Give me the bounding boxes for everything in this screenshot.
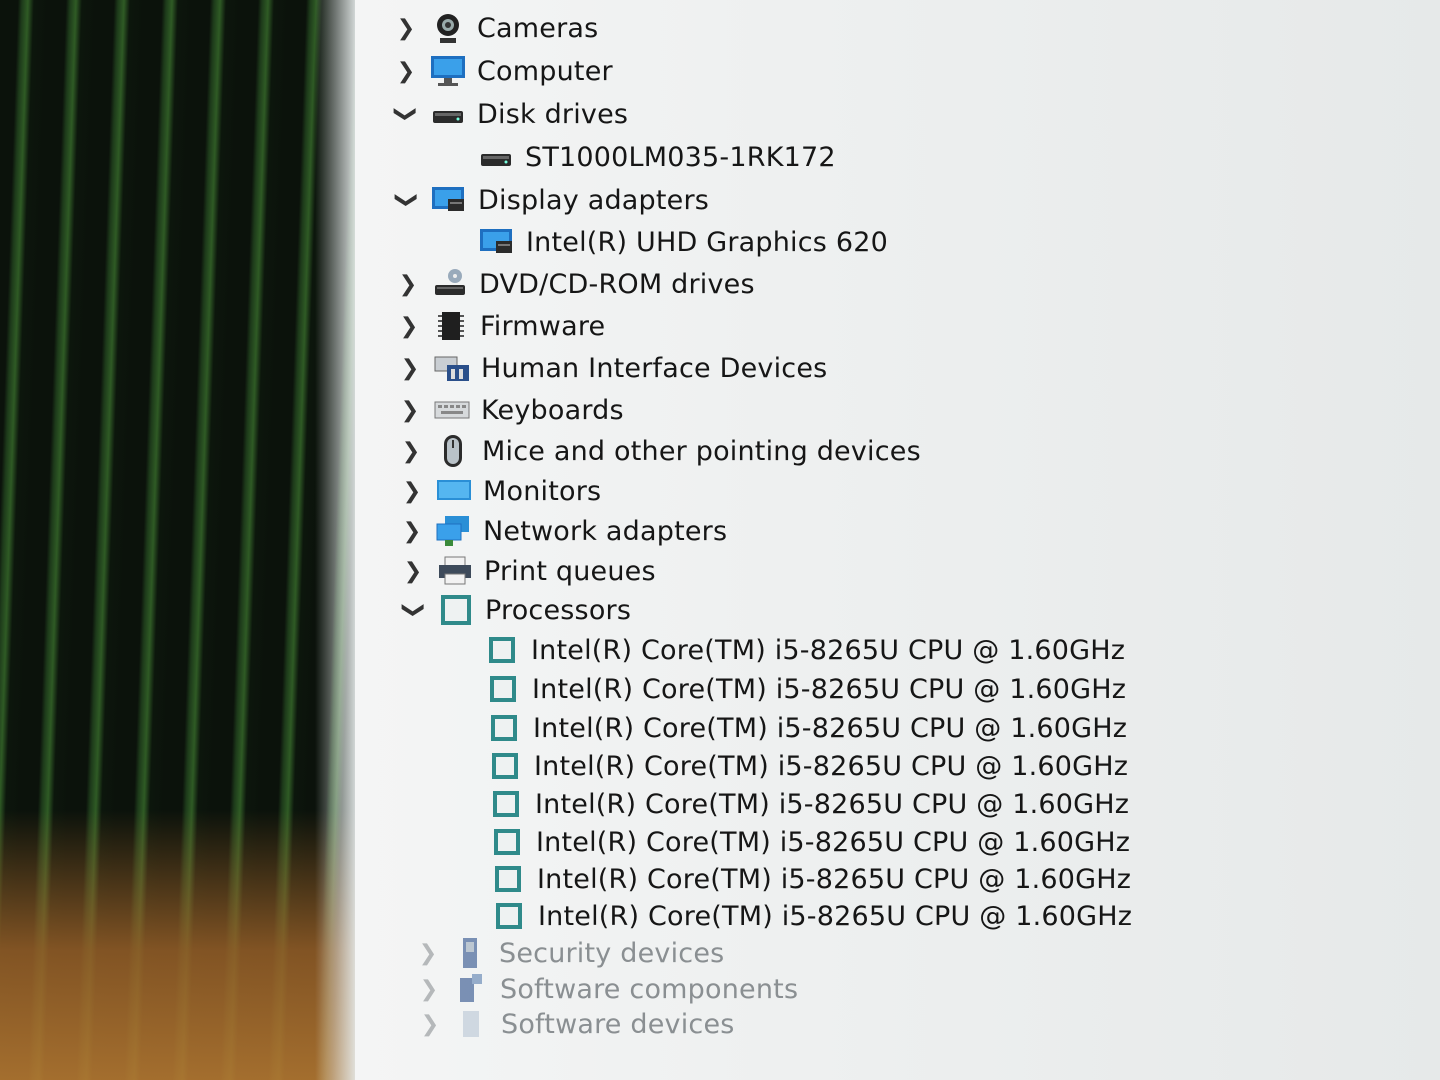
security-device-icon [451,936,489,970]
display-adapter-icon [430,183,468,217]
processor-icon [489,862,527,896]
tree-item-human-interface-devices[interactable]: ❯ Human Interface Devices [397,348,827,388]
tree-item-software-components[interactable]: ❯ Software components [416,969,798,1009]
chevron-right-icon[interactable]: ❯ [417,1009,443,1039]
processor-icon [483,633,521,667]
tree-item-label: Network adapters [483,515,728,547]
tree-item-keyboards[interactable]: ❯ Keyboards [397,390,624,430]
chevron-right-icon[interactable]: ❯ [397,353,423,383]
tree-item-label: Software components [500,973,799,1005]
tree-item-label: Intel(R) Core(TM) i5-8265U CPU @ 1.60GHz [534,750,1129,782]
tree-item-disk-drives[interactable]: ❯ Disk drives [393,94,628,134]
tree-item-label: Processors [485,594,632,626]
tree-item-label: Human Interface Devices [481,352,828,384]
hid-icon [433,351,471,385]
processor-icon [490,899,528,933]
tree-item-mice-and-pointing-devices[interactable]: ❯ Mice and other pointing devices [398,431,921,471]
tree-item-label: Keyboards [481,394,624,426]
tree-item-print-queues[interactable]: ❯ Print queues [400,551,656,591]
monitor-icon [429,54,467,88]
tree-item-label: Software devices [501,1008,735,1040]
tree-item-label: Intel(R) Core(TM) i5-8265U CPU @ 1.60GHz [535,788,1130,820]
tree-item-label: Intel(R) Core(TM) i5-8265U CPU @ 1.60GHz [538,900,1133,932]
tree-item-label: Computer [477,55,613,87]
display-adapter-icon [478,225,516,259]
software-component-icon [452,972,490,1006]
processor-icon [488,825,526,859]
tree-item-label: Intel(R) Core(TM) i5-8265U CPU @ 1.60GHz [537,863,1132,895]
chevron-right-icon[interactable]: ❯ [396,311,422,341]
chevron-down-icon[interactable]: ❯ [392,187,422,213]
processor-icon [487,787,525,821]
chevron-down-icon[interactable]: ❯ [391,101,421,127]
tree-item-label: Print queues [484,555,656,587]
tree-item-cpu[interactable]: Intel(R) Core(TM) i5-8265U CPU @ 1.60GHz [486,746,1128,786]
tree-item-label: Firmware [480,310,606,342]
tree-item-label: Intel(R) Core(TM) i5-8265U CPU @ 1.60GHz [531,634,1126,666]
tree-item-security-devices[interactable]: ❯ Security devices [415,933,724,973]
tree-item-network-adapters[interactable]: ❯ Network adapters [399,511,727,551]
chevron-right-icon[interactable]: ❯ [393,56,419,86]
chevron-right-icon[interactable]: ❯ [400,556,426,586]
printer-icon [436,554,474,588]
tree-item-label: Monitors [483,475,602,507]
tree-item-cpu[interactable]: Intel(R) Core(TM) i5-8265U CPU @ 1.60GHz [485,708,1127,748]
desktop-wallpaper [0,0,355,1080]
processor-icon [486,749,524,783]
mouse-icon [434,434,472,468]
tree-item-label: Mice and other pointing devices [482,435,921,467]
tree-item-label: Cameras [477,12,599,44]
tree-item-display-adapters[interactable]: ❯ Display adapters [394,180,709,220]
keyboard-icon [433,393,471,427]
software-device-icon [453,1007,491,1041]
chevron-right-icon[interactable]: ❯ [399,476,425,506]
disk-drive-icon [477,140,515,174]
tree-item-cpu[interactable]: Intel(R) Core(TM) i5-8265U CPU @ 1.60GHz [489,859,1131,899]
network-adapter-icon [435,514,473,548]
device-tree: ❯ Cameras ❯ Computer ❯ Disk drives ST100… [355,0,1440,1080]
tree-item-cpu[interactable]: Intel(R) Core(TM) i5-8265U CPU @ 1.60GHz [484,669,1126,709]
chevron-right-icon[interactable]: ❯ [397,395,423,425]
tree-item-cpu[interactable]: Intel(R) Core(TM) i5-8265U CPU @ 1.60GHz [483,630,1125,670]
disk-drive-icon [429,97,467,131]
tree-item-disk-st1000lm035[interactable]: ST1000LM035-1RK172 [477,137,836,177]
tree-item-label: Intel(R) Core(TM) i5-8265U CPU @ 1.60GHz [536,826,1131,858]
tree-item-processors[interactable]: ❯ Processors [401,590,631,630]
chevron-right-icon[interactable]: ❯ [415,938,441,968]
processor-icon [437,593,475,627]
firmware-chip-icon [432,309,470,343]
tree-item-label: Display adapters [478,184,710,216]
tree-item-label: Intel(R) Core(TM) i5-8265U CPU @ 1.60GHz [533,712,1128,744]
chevron-right-icon[interactable]: ❯ [416,974,442,1004]
tree-item-software-devices[interactable]: ❯ Software devices [417,1004,735,1044]
tree-item-cpu[interactable]: Intel(R) Core(TM) i5-8265U CPU @ 1.60GHz [487,784,1129,824]
tree-item-dvd-cd-rom-drives[interactable]: ❯ DVD/CD-ROM drives [395,264,755,304]
tree-item-firmware[interactable]: ❯ Firmware [396,306,605,346]
chevron-right-icon[interactable]: ❯ [393,13,419,43]
chevron-right-icon[interactable]: ❯ [398,436,424,466]
tree-item-label: Intel(R) Core(TM) i5-8265U CPU @ 1.60GHz [532,673,1127,705]
chevron-down-icon[interactable]: ❯ [399,597,429,623]
processor-icon [485,711,523,745]
chevron-right-icon[interactable]: ❯ [395,269,421,299]
tree-item-intel-uhd-graphics-620[interactable]: Intel(R) UHD Graphics 620 [478,222,888,262]
tree-item-cpu[interactable]: Intel(R) Core(TM) i5-8265U CPU @ 1.60GHz [490,896,1132,936]
monitor-icon [435,474,473,508]
tree-item-label: Intel(R) UHD Graphics 620 [526,226,888,258]
processor-icon [484,672,522,706]
tree-item-label: Security devices [499,937,725,969]
dvd-drive-icon [431,267,469,301]
tree-item-cpu[interactable]: Intel(R) Core(TM) i5-8265U CPU @ 1.60GHz [488,822,1130,862]
device-manager-tree-panel: ❯ Cameras ❯ Computer ❯ Disk drives ST100… [355,0,1440,1080]
tree-item-monitors[interactable]: ❯ Monitors [399,471,601,511]
tree-item-computer[interactable]: ❯ Computer [393,51,613,91]
tree-item-label: Disk drives [477,98,629,130]
tree-item-cameras[interactable]: ❯ Cameras [393,8,598,48]
chevron-right-icon[interactable]: ❯ [399,516,425,546]
tree-item-label: ST1000LM035-1RK172 [525,141,836,173]
camera-icon [429,11,467,45]
tree-item-label: DVD/CD-ROM drives [479,268,755,300]
